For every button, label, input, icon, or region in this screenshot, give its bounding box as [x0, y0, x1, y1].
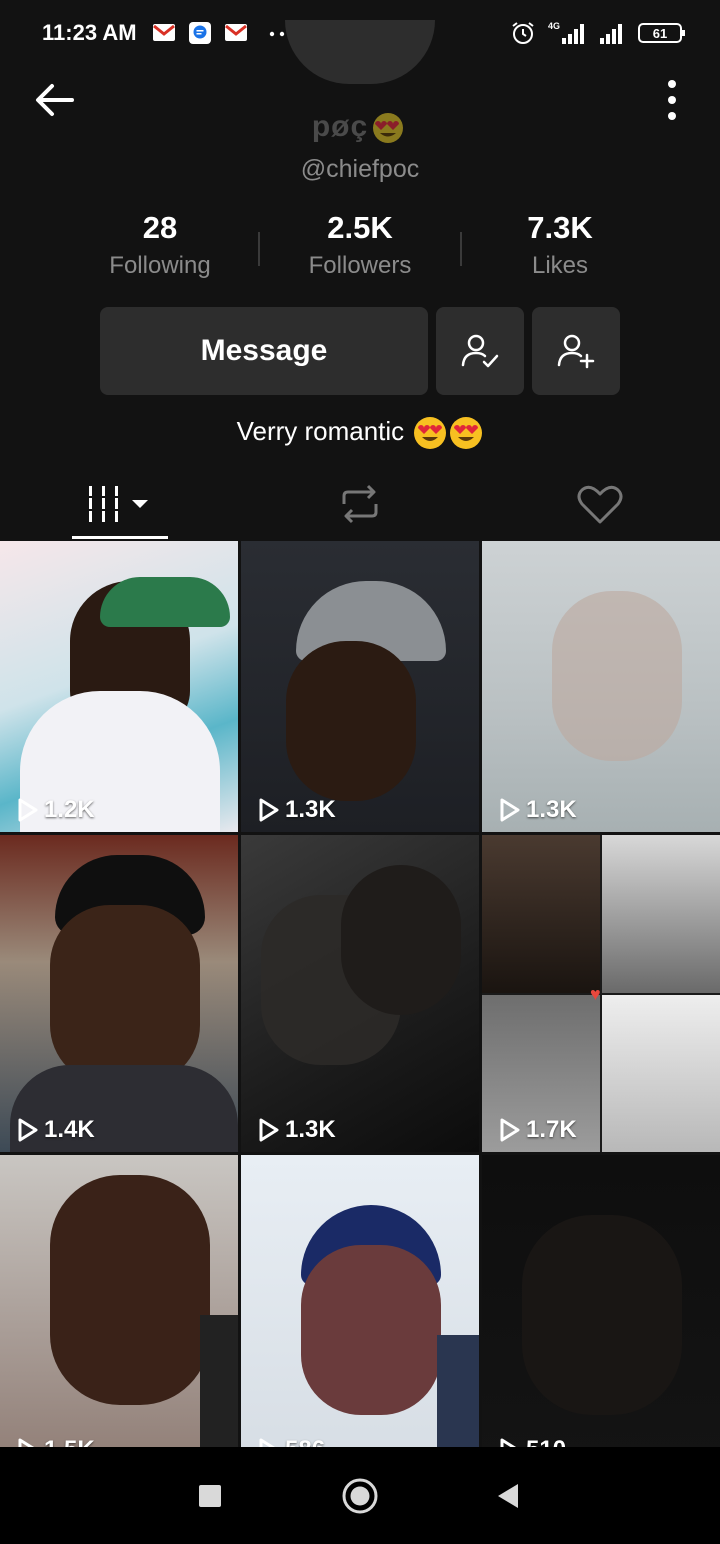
video-thumbnail[interactable]: 510 [482, 1155, 720, 1447]
stat-label: Likes [531, 252, 589, 279]
view-count: 586 [257, 1436, 325, 1447]
profile-stats: 28 Following 2.5K Followers 7.3K Likes [60, 210, 660, 290]
battery-icon: 61 [638, 23, 685, 43]
messages-icon [189, 22, 211, 44]
active-tab-indicator [72, 536, 168, 539]
gmail-icon [225, 24, 247, 41]
view-count: 1.3K [498, 796, 577, 824]
system-nav-bar [0, 1447, 720, 1544]
video-thumbnail[interactable]: 1.3K [241, 835, 479, 1152]
dropdown-arrow [132, 500, 148, 508]
heart-eyes-emoji [450, 417, 483, 450]
tab-videos[interactable] [72, 468, 168, 540]
message-button[interactable]: Message [100, 307, 428, 395]
repost-icon [342, 484, 378, 524]
video-thumbnail[interactable]: 1.2K [0, 541, 238, 832]
stat-label: Followers [308, 252, 412, 279]
view-count: 1.7K [498, 1116, 577, 1144]
view-count: 1.5K [16, 1436, 95, 1447]
view-count-text: 510 [526, 1436, 566, 1447]
video-thumbnail[interactable]: 586 [241, 1155, 479, 1447]
user-add-icon [557, 334, 595, 369]
battery-level: 61 [653, 26, 667, 41]
video-thumbnail[interactable]: 1.5K [0, 1155, 238, 1447]
display-name: pøç [0, 110, 720, 144]
tab-reposts[interactable] [312, 468, 408, 540]
status-time: 11:23 AM [42, 20, 137, 45]
following-status-button[interactable] [436, 307, 524, 395]
stat-followers[interactable]: 2.5K Followers [260, 210, 460, 280]
play-outline-icon [18, 798, 38, 822]
view-count-text: 1.4K [44, 1116, 95, 1143]
back-button[interactable] [488, 1447, 528, 1544]
view-count: 1.3K [257, 796, 336, 824]
play-outline-icon [500, 798, 520, 822]
play-outline-icon [18, 1118, 38, 1142]
video-thumbnail[interactable]: 1.3K [241, 541, 479, 832]
triangle-back-icon [498, 1483, 518, 1508]
play-outline-icon [259, 1118, 279, 1142]
user-check-icon [461, 334, 499, 368]
view-count: 1.3K [257, 1116, 336, 1144]
bio: Verry romantic [0, 416, 720, 450]
grid-icon [89, 486, 148, 522]
signal-4g-icon: 4G [548, 21, 584, 44]
video-grid: 1.2K 1.3K 1.3K 1.4K 1.3K ♥ 1.7K [0, 541, 720, 1447]
display-name-text: pøç [311, 110, 369, 143]
view-count: 1.2K [16, 796, 95, 824]
network-label: 4G [548, 21, 560, 31]
tab-liked[interactable] [552, 468, 648, 540]
stat-label: Following [109, 252, 211, 279]
play-outline-icon [259, 798, 279, 822]
stat-value: 28 [142, 210, 178, 245]
video-thumbnail[interactable]: 1.4K [0, 835, 238, 1152]
play-outline-icon [259, 1438, 276, 1447]
video-thumbnail[interactable]: 1.3K [482, 541, 720, 832]
username: @chiefpoc [300, 155, 420, 183]
square-icon [199, 1484, 221, 1507]
view-count-text: 1.5K [44, 1436, 95, 1447]
bio-text: Verry romantic [236, 416, 405, 446]
recents-button[interactable] [190, 1447, 230, 1544]
view-count-text: 586 [285, 1436, 325, 1447]
stat-value: 7.3K [527, 210, 593, 245]
profile-tabs [0, 468, 720, 540]
video-thumbnail[interactable]: ♥ 1.7K [482, 835, 720, 1152]
view-count-text: 1.3K [285, 796, 336, 823]
heart-collage-icon: ♥ [590, 984, 601, 1004]
home-button[interactable] [338, 1447, 382, 1544]
stat-likes[interactable]: 7.3K Likes [460, 210, 660, 280]
heart-eyes-emoji [414, 417, 447, 450]
stat-following[interactable]: 28 Following [60, 210, 260, 280]
view-count-text: 1.3K [526, 796, 577, 823]
heart-outline-icon [577, 485, 623, 524]
view-count-text: 1.3K [285, 1116, 336, 1143]
heart-eyes-emoji [373, 113, 404, 144]
gmail-icon [153, 24, 175, 41]
avatar[interactable] [285, 20, 435, 84]
stat-value: 2.5K [327, 210, 393, 245]
view-count: 510 [498, 1436, 566, 1447]
view-count-text: 1.7K [526, 1116, 577, 1143]
play-outline-icon [18, 1438, 35, 1447]
alarm-icon [512, 22, 534, 44]
home-circle-icon [342, 1478, 378, 1513]
play-outline-icon [500, 1438, 517, 1447]
play-outline-icon [500, 1118, 520, 1142]
suggested-accounts-button[interactable] [532, 307, 620, 395]
view-count: 1.4K [16, 1116, 95, 1144]
signal-icon [600, 24, 622, 44]
view-count-text: 1.2K [44, 796, 95, 823]
